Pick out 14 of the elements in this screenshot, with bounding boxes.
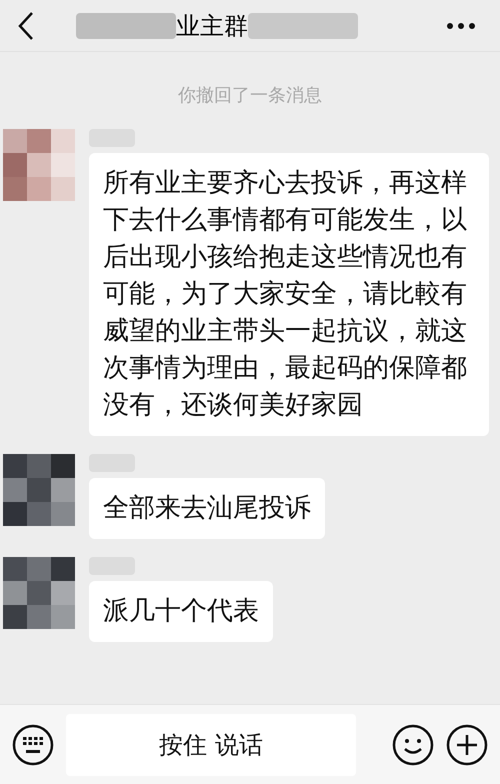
avatar[interactable] xyxy=(3,129,75,201)
emoji-icon[interactable] xyxy=(392,724,434,766)
more-icon[interactable] xyxy=(446,22,476,30)
message-bubble[interactable]: 派几十个代表 xyxy=(89,581,273,642)
message-bubble[interactable]: 所有业主要齐心去投诉，再这样下去什么事情都有可能发生，以后出现小孩给抱走这些情况也有可能，为了大家安全，请比較有威望的业主带头一起抗议，就这次事情为理由，最起码的保障都没有，还谈何美好家园 xyxy=(89,153,489,436)
keyboard-icon[interactable] xyxy=(12,724,54,766)
plus-icon[interactable] xyxy=(446,724,488,766)
hold-to-talk-button[interactable]: 按住 说话 xyxy=(66,714,356,776)
window-title: 业主群 xyxy=(176,10,248,42)
recall-notice: 你撤回了一条消息 xyxy=(178,84,322,108)
back-icon[interactable] xyxy=(16,10,36,40)
avatar[interactable] xyxy=(3,557,75,629)
message-bubble[interactable]: 全部来去汕尾投诉 xyxy=(89,478,325,539)
avatar[interactable] xyxy=(3,454,75,526)
